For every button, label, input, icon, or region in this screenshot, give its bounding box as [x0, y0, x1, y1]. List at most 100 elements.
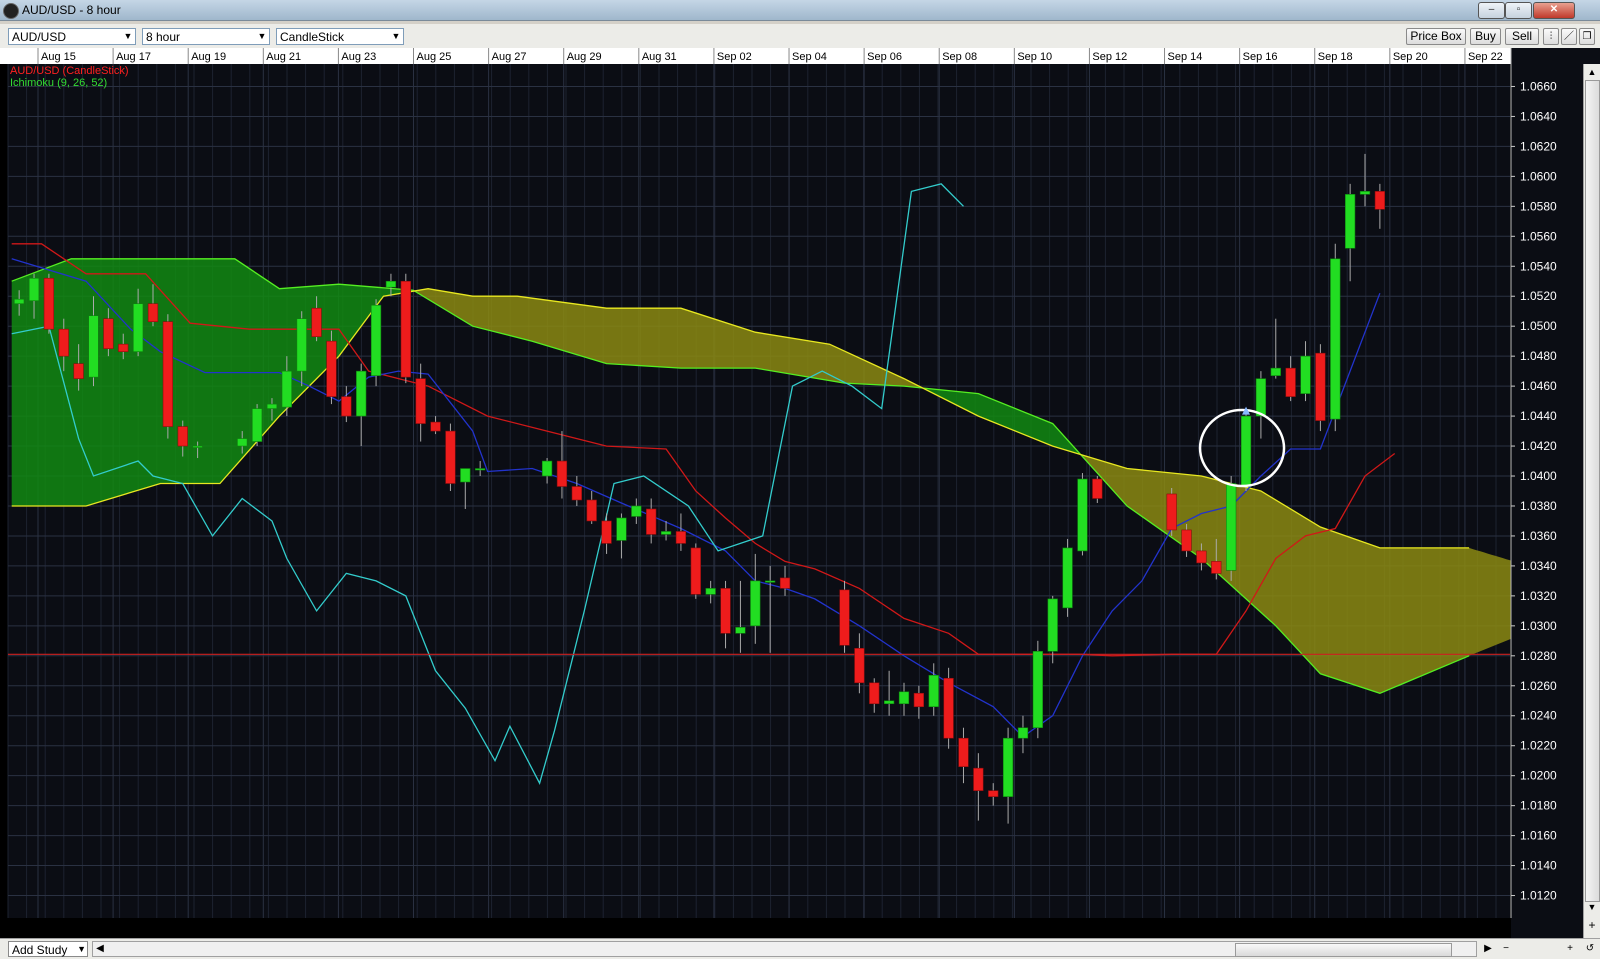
x-tick-label: Sep 04 [792, 51, 827, 63]
timeframe-value: 8 hour [146, 30, 181, 44]
candle-body [162, 321, 173, 427]
horizontal-scrollbar[interactable] [92, 941, 1477, 957]
candle-body [14, 298, 25, 305]
candle-body [266, 403, 278, 409]
scroll-thumb[interactable] [1585, 80, 1600, 902]
candle-body [28, 277, 40, 302]
window-titlebar: AUD/USD - 8 hour – ▫ ✕ [0, 0, 1600, 21]
candle-body [1092, 478, 1103, 499]
candle-body [1196, 550, 1207, 564]
reset-icon[interactable]: ↺ [1582, 941, 1598, 957]
vertical-scrollbar[interactable]: ▲ ▼ + [1583, 64, 1600, 938]
y-tick-label: 1.0460 [1520, 379, 1557, 393]
candle-body [660, 531, 672, 535]
candle-body [556, 460, 568, 487]
add-study-select[interactable]: Add Study ▼ [8, 941, 88, 957]
sell-button[interactable]: Sell [1505, 28, 1539, 45]
candle-body [631, 505, 642, 517]
candle-body [883, 700, 895, 705]
zoom-in-icon[interactable]: + [1584, 917, 1600, 933]
candle-body [1315, 352, 1326, 421]
candle-body [400, 280, 411, 378]
y-tick-label: 1.0160 [1520, 829, 1557, 843]
candle-body [571, 486, 582, 501]
x-tick-label: Aug 15 [41, 51, 76, 63]
candle-body [869, 682, 880, 705]
minimize-button[interactable]: – [1478, 2, 1505, 19]
x-tick-label: Sep 08 [942, 51, 977, 63]
x-tick-label: Aug 23 [341, 51, 376, 63]
candle-body [839, 589, 850, 646]
bar-icon[interactable]: ⫶ [1543, 28, 1559, 45]
draw-icon[interactable]: ／ [1561, 28, 1577, 45]
candle-body [103, 318, 114, 349]
chevron-down-icon: ▼ [257, 31, 267, 41]
zoom-in-icon[interactable]: + [1562, 941, 1578, 957]
y-tick-label: 1.0520 [1520, 289, 1557, 303]
candle-body [1300, 355, 1311, 394]
y-tick-label: 1.0240 [1520, 709, 1557, 723]
y-tick-label: 1.0440 [1520, 409, 1557, 423]
scroll-up-icon[interactable]: ▲ [1584, 64, 1600, 80]
price-box-button[interactable]: Price Box [1406, 28, 1466, 45]
candle-body [988, 790, 999, 797]
candle-body [913, 692, 924, 708]
y-tick-label: 1.0620 [1520, 139, 1557, 153]
chart-area[interactable]: Aug 15 Aug 17 Aug 19 Aug 21 Aug 23 Aug 25 Aug … [0, 48, 1600, 938]
candle-body [1240, 415, 1252, 487]
candle-body [675, 531, 687, 544]
timeframe-select[interactable]: 8 hour ▼ [142, 28, 270, 45]
candle-body [281, 370, 292, 408]
y-tick-label: 1.0600 [1520, 169, 1557, 183]
y-tick-label: 1.0640 [1520, 109, 1557, 123]
candle-body [132, 303, 144, 352]
scroll-thumb[interactable] [1235, 943, 1452, 957]
scroll-down-icon[interactable]: ▼ [1584, 899, 1600, 915]
candle-body [1330, 258, 1341, 420]
x-tick-label: Sep 12 [1092, 51, 1127, 63]
y-tick-label: 1.0660 [1520, 79, 1557, 93]
candle-body [73, 363, 84, 379]
y-tick-label: 1.0120 [1520, 889, 1557, 903]
x-tick-label: Aug 17 [116, 51, 151, 63]
x-tick-label: Aug 27 [492, 51, 527, 63]
y-tick-label: 1.0320 [1520, 589, 1557, 603]
chart-type-select[interactable]: CandleStick ▼ [276, 28, 404, 45]
candle-body [1255, 378, 1267, 417]
x-tick-label: Aug 25 [417, 51, 452, 63]
close-button[interactable]: ✕ [1533, 2, 1575, 19]
y-tick-label: 1.0140 [1520, 859, 1557, 873]
y-tick-label: 1.0360 [1520, 529, 1557, 543]
x-tick-label: Sep 20 [1393, 51, 1428, 63]
instrument-value: AUD/USD [12, 30, 67, 44]
buy-button[interactable]: Buy [1470, 28, 1501, 45]
grid [7, 64, 1510, 918]
x-tick-label: Sep 16 [1243, 51, 1278, 63]
candle-body [973, 767, 984, 791]
candle-body [1032, 651, 1043, 729]
candle-body [1345, 194, 1356, 249]
x-tick-label: Sep 10 [1017, 51, 1052, 63]
candle-body [1002, 737, 1014, 797]
y-tick-label: 1.0200 [1520, 769, 1557, 783]
candle-body [475, 468, 486, 471]
chart-type-value: CandleStick [280, 30, 345, 44]
y-tick-label: 1.0500 [1520, 319, 1557, 333]
date-axis-strip [0, 48, 1511, 64]
scroll-left-icon[interactable]: ◀ [92, 941, 108, 957]
maximize-button[interactable]: ▫ [1505, 2, 1532, 19]
scroll-right-icon[interactable]: ▶ [1480, 941, 1496, 957]
y-tick-label: 1.0580 [1520, 199, 1557, 213]
popout-icon[interactable]: ❐ [1579, 28, 1595, 45]
x-tick-label: Sep 06 [867, 51, 902, 63]
zoom-out-icon[interactable]: − [1498, 941, 1514, 957]
y-tick-label: 1.0340 [1520, 559, 1557, 573]
candle-body [541, 460, 553, 477]
instrument-select[interactable]: AUD/USD ▼ [8, 28, 136, 45]
candle-body [958, 737, 969, 767]
candle-body [43, 277, 55, 330]
candle-body [943, 677, 954, 739]
chevron-down-icon: ▼ [77, 944, 86, 954]
price-chart[interactable]: Aug 15 Aug 17 Aug 19 Aug 21 Aug 23 Aug 25 Aug … [0, 48, 1600, 938]
y-tick-label: 1.0180 [1520, 799, 1557, 813]
